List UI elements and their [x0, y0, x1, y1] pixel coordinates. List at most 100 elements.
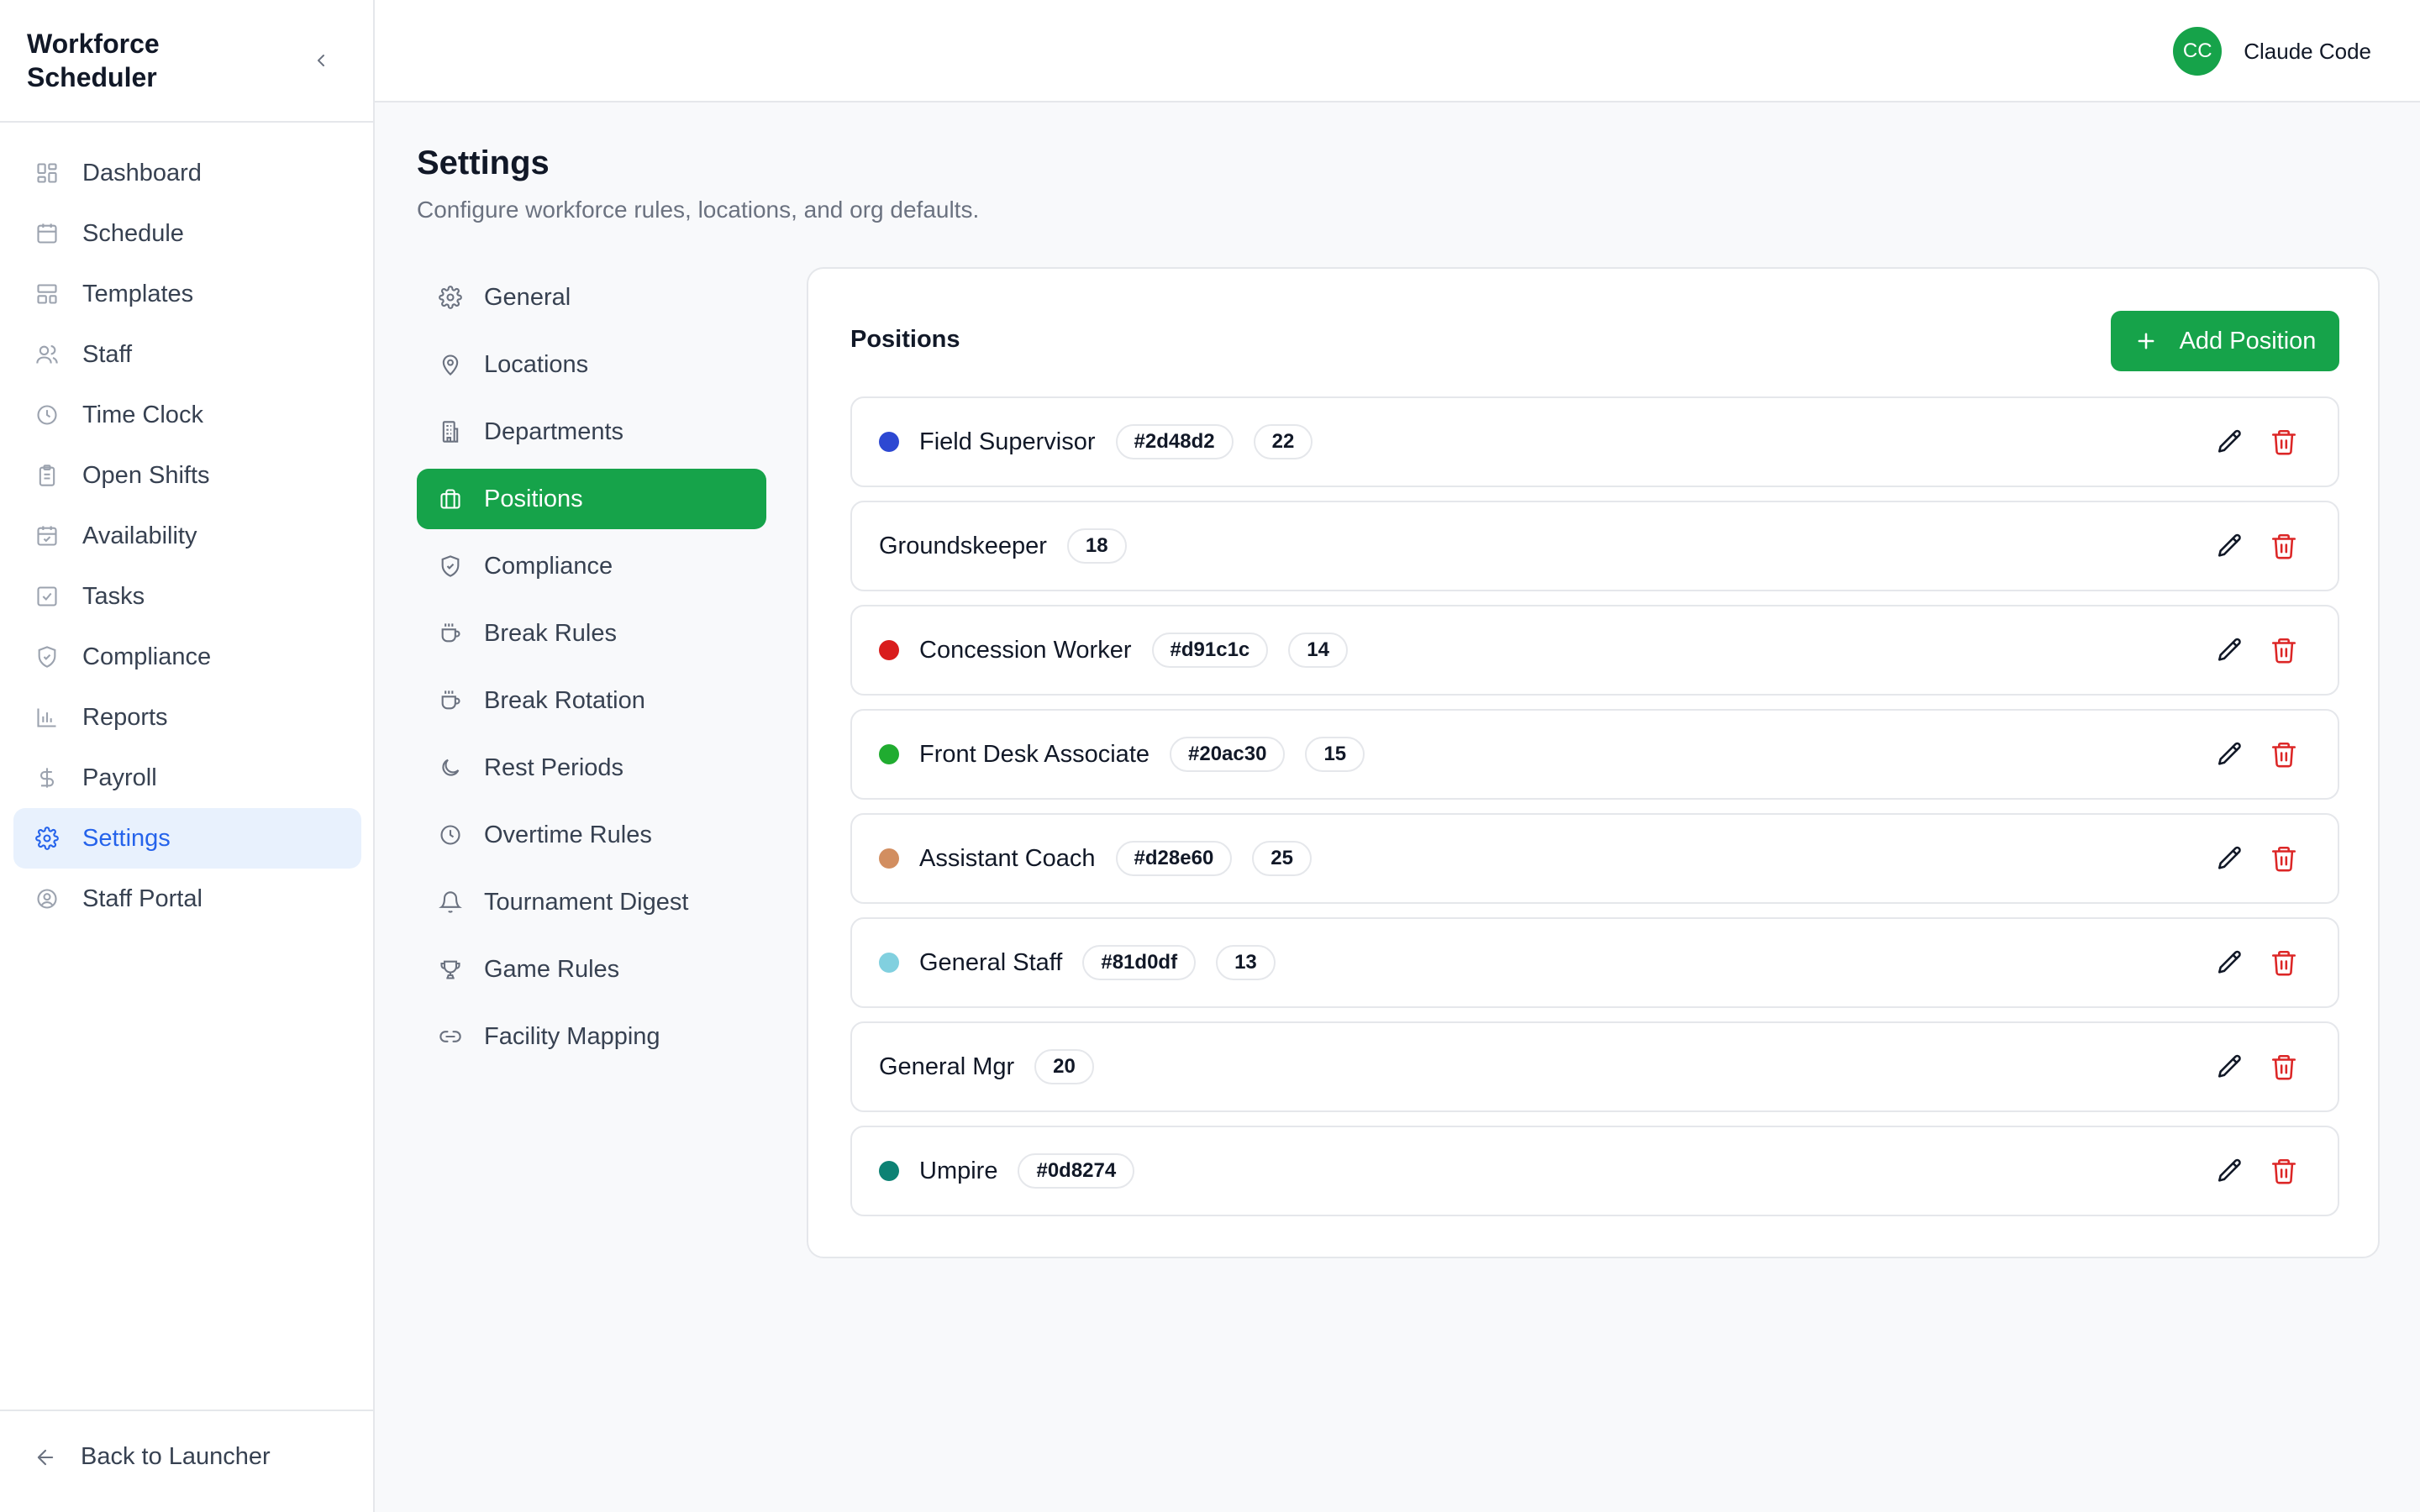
settings-tab-label: Locations: [484, 350, 589, 378]
sidebar-item-label: Payroll: [82, 764, 157, 791]
positions-title: Positions: [850, 326, 960, 353]
avatar: CC: [2173, 27, 2223, 76]
settings-tab-label: Tournament Digest: [484, 888, 689, 916]
position-color-dot: [879, 432, 899, 452]
trash-icon: [2271, 742, 2296, 768]
sidebar-item-open-shifts[interactable]: Open Shifts: [13, 445, 361, 506]
settings-tab-rest-periods[interactable]: Rest Periods: [417, 738, 766, 798]
settings-tab-label: Rest Periods: [484, 753, 624, 781]
sidebar-item-label: Availability: [82, 522, 197, 549]
trash-icon: [2271, 950, 2296, 976]
sidebar-item-label: Schedule: [82, 219, 184, 247]
edit-position-button[interactable]: [2213, 738, 2247, 771]
row-actions: [2213, 1050, 2301, 1084]
settings-tab-facility-mapping[interactable]: Facility Mapping: [417, 1006, 766, 1067]
delete-position-button[interactable]: [2267, 946, 2301, 979]
position-name: Front Desk Associate: [919, 740, 1150, 768]
settings-tab-tournament-digest[interactable]: Tournament Digest: [417, 872, 766, 932]
position-name: Field Supervisor: [919, 428, 1096, 455]
settings-tab-label: Overtime Rules: [484, 821, 652, 848]
settings-tab-compliance[interactable]: Compliance: [417, 536, 766, 596]
settings-tab-label: Positions: [484, 485, 583, 512]
position-count-badge: 20: [1034, 1049, 1094, 1084]
sidebar-item-tasks[interactable]: Tasks: [13, 566, 361, 627]
edit-position-button[interactable]: [2213, 946, 2247, 979]
sidebar-item-label: Reports: [82, 703, 168, 731]
sidebar-item-label: Settings: [82, 824, 171, 852]
settings-tab-label: Facility Mapping: [484, 1022, 660, 1050]
settings-tab-locations[interactable]: Locations: [417, 334, 766, 395]
sidebar-item-schedule[interactable]: Schedule: [13, 203, 361, 264]
position-color-badge: #d91c1c: [1151, 633, 1269, 668]
position-name: General Staff: [919, 948, 1063, 976]
edit-position-button[interactable]: [2213, 842, 2247, 875]
position-name: General Mgr: [879, 1053, 1015, 1080]
settings-tab-positions[interactable]: Positions: [417, 469, 766, 529]
user-menu[interactable]: CC Claude Code: [2173, 27, 2371, 76]
position-color-dot: [879, 953, 899, 973]
checkbox-icon: [34, 583, 60, 610]
edit-position-button[interactable]: [2213, 529, 2247, 563]
sidebar-item-availability[interactable]: Availability: [13, 506, 361, 566]
grid-icon: [34, 160, 60, 186]
position-row: General Staff #81d0df 13: [850, 917, 2339, 1008]
sidebar-item-reports[interactable]: Reports: [13, 687, 361, 748]
layout-icon: [34, 281, 60, 307]
main-nav: Dashboard Schedule Templates Staff Time …: [0, 123, 373, 912]
settings-tab-general[interactable]: General: [417, 267, 766, 328]
bell-icon: [437, 889, 464, 916]
dollar-icon: [34, 764, 60, 791]
trash-icon: [2271, 1054, 2296, 1080]
sidebar-item-dashboard[interactable]: Dashboard: [13, 143, 361, 203]
edit-position-button[interactable]: [2213, 1050, 2247, 1084]
clock-icon: [437, 822, 464, 848]
position-row: Groundskeeper 18: [850, 501, 2339, 591]
position-count-badge: 14: [1288, 633, 1348, 668]
position-row: Front Desk Associate #20ac30 15: [850, 709, 2339, 800]
position-count-badge: 22: [1253, 424, 1313, 459]
sidebar-item-staff[interactable]: Staff: [13, 324, 361, 385]
link-icon: [437, 1023, 464, 1050]
users-icon: [34, 341, 60, 368]
row-actions: [2213, 738, 2301, 771]
settings-tab-break-rotation[interactable]: Break Rotation: [417, 670, 766, 731]
settings-tab-label: Break Rules: [484, 619, 617, 647]
positions-card: Positions Add Position Field Supervisor …: [807, 267, 2380, 1258]
sidebar-item-staff-portal[interactable]: Staff Portal: [13, 869, 361, 929]
sidebar-item-settings[interactable]: Settings: [13, 808, 361, 869]
gear-icon: [437, 284, 464, 311]
position-name: Umpire: [919, 1157, 998, 1184]
settings-tab-game-rules[interactable]: Game Rules: [417, 939, 766, 1000]
pencil-icon: [2217, 429, 2241, 453]
calendar-icon: [34, 220, 60, 247]
sidebar-item-payroll[interactable]: Payroll: [13, 748, 361, 808]
delete-position-button[interactable]: [2267, 1050, 2301, 1084]
position-color-badge: #20ac30: [1170, 737, 1286, 772]
delete-position-button[interactable]: [2267, 738, 2301, 771]
sidebar-item-templates[interactable]: Templates: [13, 264, 361, 324]
edit-position-button[interactable]: [2213, 425, 2247, 459]
sidebar-item-label: Time Clock: [82, 401, 203, 428]
edit-position-button[interactable]: [2213, 1154, 2247, 1188]
row-actions: [2213, 842, 2301, 875]
sidebar-item-time-clock[interactable]: Time Clock: [13, 385, 361, 445]
delete-position-button[interactable]: [2267, 529, 2301, 563]
clock-icon: [34, 402, 60, 428]
settings-tab-departments[interactable]: Departments: [417, 402, 766, 462]
add-position-button[interactable]: Add Position: [2111, 311, 2339, 371]
delete-position-button[interactable]: [2267, 425, 2301, 459]
settings-tab-overtime-rules[interactable]: Overtime Rules: [417, 805, 766, 865]
edit-position-button[interactable]: [2213, 633, 2247, 667]
shield-icon: [34, 643, 60, 670]
sidebar-item-compliance[interactable]: Compliance: [13, 627, 361, 687]
delete-position-button[interactable]: [2267, 1154, 2301, 1188]
delete-position-button[interactable]: [2267, 633, 2301, 667]
sidebar-item-label: Staff: [82, 340, 133, 368]
delete-position-button[interactable]: [2267, 842, 2301, 875]
collapse-sidebar-button[interactable]: [306, 45, 336, 76]
trash-icon: [2271, 638, 2296, 664]
position-color-dot: [879, 744, 899, 764]
settings-tab-break-rules[interactable]: Break Rules: [417, 603, 766, 664]
back-to-launcher-link[interactable]: Back to Launcher: [34, 1443, 271, 1471]
sidebar: Workforce Scheduler Dashboard Schedule T…: [0, 0, 375, 1512]
